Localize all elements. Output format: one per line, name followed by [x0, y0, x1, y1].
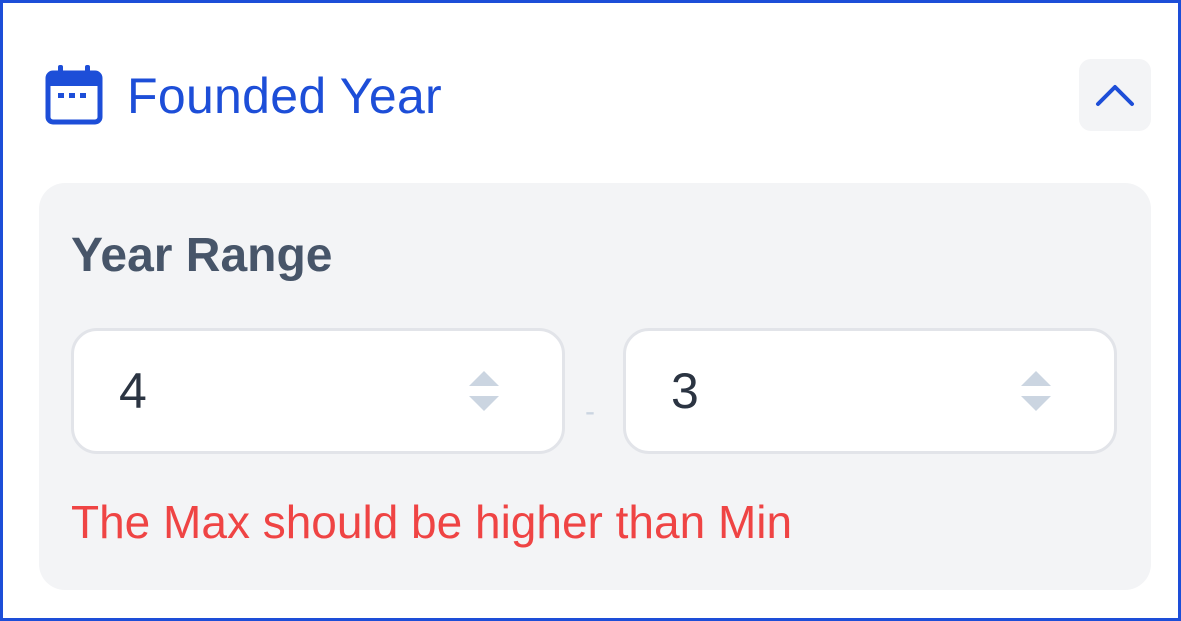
year-range-card: Year Range 4 - 3 The Max should be highe… [39, 183, 1151, 590]
min-year-input[interactable]: 4 [71, 328, 565, 454]
chevron-up-icon [1096, 85, 1134, 106]
range-separator: - [585, 395, 595, 428]
max-year-value[interactable]: 3 [671, 359, 699, 423]
filter-header[interactable]: Founded Year [3, 3, 1178, 183]
filter-title: Founded Year [127, 68, 443, 124]
founded-year-filter-panel: Founded Year Year Range 4 - 3 The Max sh… [0, 0, 1181, 621]
calendar-icon [45, 65, 103, 125]
up-down-arrows-icon[interactable] [468, 369, 500, 413]
min-year-value[interactable]: 4 [119, 359, 147, 423]
collapse-button[interactable] [1079, 59, 1151, 131]
up-down-arrows-icon[interactable] [1020, 369, 1052, 413]
year-range-label: Year Range [71, 229, 333, 282]
validation-error: The Max should be higher than Min [71, 496, 793, 548]
max-year-input[interactable]: 3 [623, 328, 1117, 454]
